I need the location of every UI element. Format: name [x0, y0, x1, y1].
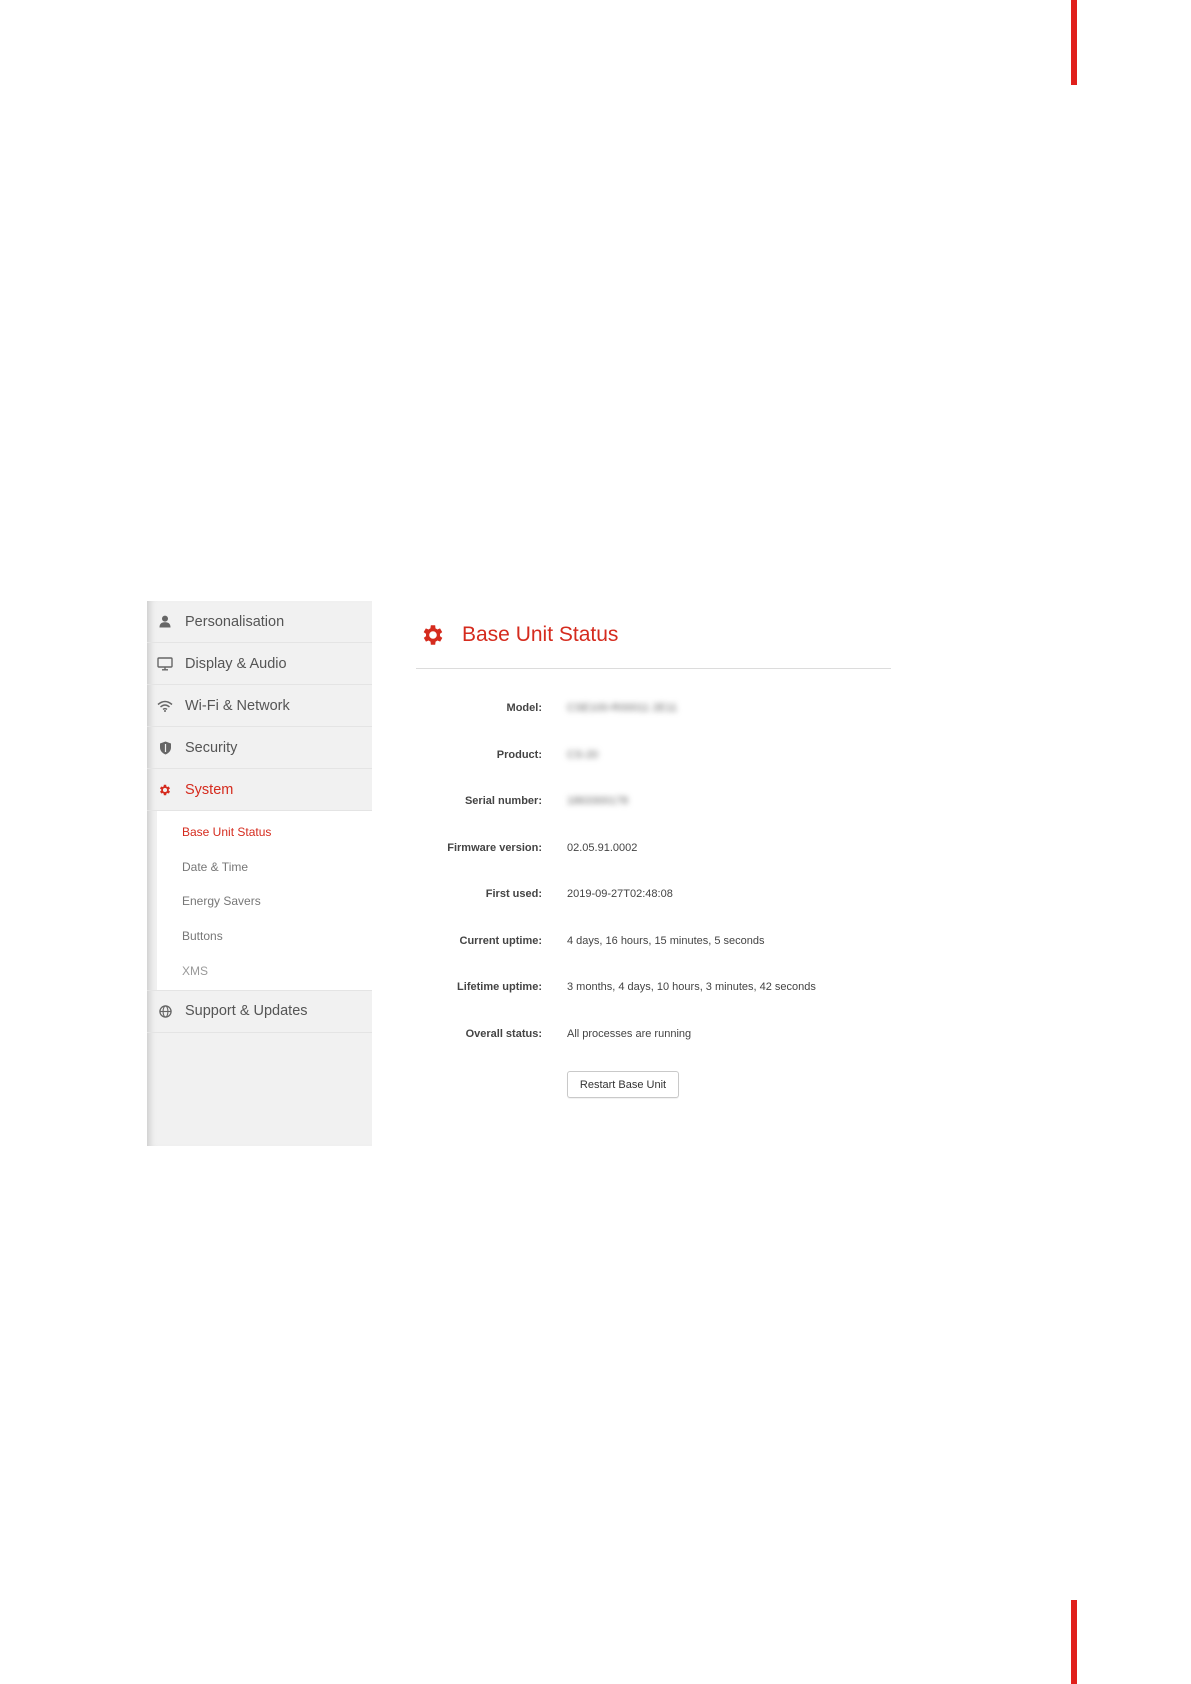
- main-panel: Base Unit Status Model: CSE100-R00011 2E…: [416, 601, 891, 1146]
- monitor-icon: [157, 656, 173, 672]
- globe-icon: [157, 1003, 173, 1019]
- sidebar-item-label: Security: [185, 739, 238, 756]
- status-label: Current uptime:: [459, 935, 543, 947]
- status-value: All processes are running: [567, 1028, 692, 1040]
- submenu-item-date-time[interactable]: Date & Time: [157, 850, 372, 885]
- sidebar-item-label: Display & Audio: [185, 655, 287, 672]
- sidebar: Personalisation Display & Audio Wi-Fi & …: [147, 601, 372, 1146]
- person-icon: [157, 614, 173, 630]
- status-row-overall-status: Overall status: All processes are runnin…: [416, 1024, 891, 1044]
- sidebar-item-wifi-network[interactable]: Wi-Fi & Network: [147, 685, 372, 727]
- gear-icon: [420, 622, 446, 648]
- status-row-product: Product: CS-20: [416, 745, 891, 765]
- restart-base-unit-button[interactable]: Restart Base Unit: [567, 1071, 679, 1098]
- sidebar-item-label: Wi-Fi & Network: [185, 697, 290, 714]
- submenu-item-base-unit-status[interactable]: Base Unit Status: [157, 815, 372, 850]
- status-row-first-used: First used: 2019-09-27T02:48:08: [416, 884, 891, 904]
- sidebar-item-display-audio[interactable]: Display & Audio: [147, 643, 372, 685]
- status-value: 2019-09-27T02:48:08: [567, 888, 673, 900]
- status-value: 3 months, 4 days, 10 hours, 3 minutes, 4…: [567, 981, 816, 993]
- page-header: Base Unit Status: [416, 615, 618, 655]
- sidebar-item-security[interactable]: Security: [147, 727, 372, 769]
- status-row-serial-number: Serial number: 1863300178: [416, 791, 891, 811]
- page-edge-bar-bottom: [1071, 1600, 1077, 1684]
- settings-screenshot: Personalisation Display & Audio Wi-Fi & …: [147, 601, 897, 1146]
- status-row-firmware-version: Firmware version: 02.05.91.0002: [416, 838, 891, 858]
- gear-icon: [157, 782, 173, 798]
- status-label: Serial number:: [464, 795, 542, 807]
- system-submenu: Base Unit Status Date & Time Energy Save…: [157, 811, 372, 990]
- wifi-icon: [157, 698, 173, 714]
- status-value: 4 days, 16 hours, 15 minutes, 5 seconds: [567, 935, 765, 947]
- sidebar-item-label: System: [185, 781, 234, 798]
- status-value: CS-20: [567, 749, 599, 761]
- status-row-lifetime-uptime: Lifetime uptime: 3 months, 4 days, 10 ho…: [416, 977, 891, 997]
- page-title: Base Unit Status: [462, 623, 619, 646]
- status-label: Model:: [506, 702, 542, 714]
- page-edge-bar-top: [1071, 0, 1077, 85]
- status-label: Product:: [496, 749, 542, 761]
- status-value: 1863300178: [567, 795, 629, 807]
- sidebar-item-label: Personalisation: [185, 613, 285, 630]
- sidebar-item-personalisation[interactable]: Personalisation: [147, 601, 372, 643]
- sidebar-item-system[interactable]: System: [147, 769, 372, 811]
- sidebar-item-label: Support & Updates: [185, 1003, 308, 1020]
- sidebar-item-support-updates[interactable]: Support & Updates: [147, 989, 372, 1033]
- status-row-model: Model: CSE100-R00011 2E11: [416, 698, 891, 718]
- header-divider: [416, 668, 891, 669]
- status-label: Lifetime uptime:: [457, 981, 542, 993]
- status-label: Overall status:: [465, 1028, 542, 1040]
- status-label: Firmware version:: [447, 842, 542, 854]
- status-value: CSE100-R00011 2E11: [567, 702, 678, 714]
- submenu-item-xms[interactable]: XMS: [157, 953, 372, 988]
- status-row-current-uptime: Current uptime: 4 days, 16 hours, 15 min…: [416, 931, 891, 951]
- submenu-item-buttons[interactable]: Buttons: [157, 919, 372, 954]
- status-value: 02.05.91.0002: [567, 842, 638, 854]
- submenu-item-energy-savers[interactable]: Energy Savers: [157, 884, 372, 919]
- status-label: First used:: [485, 888, 542, 900]
- shield-icon: [157, 740, 173, 756]
